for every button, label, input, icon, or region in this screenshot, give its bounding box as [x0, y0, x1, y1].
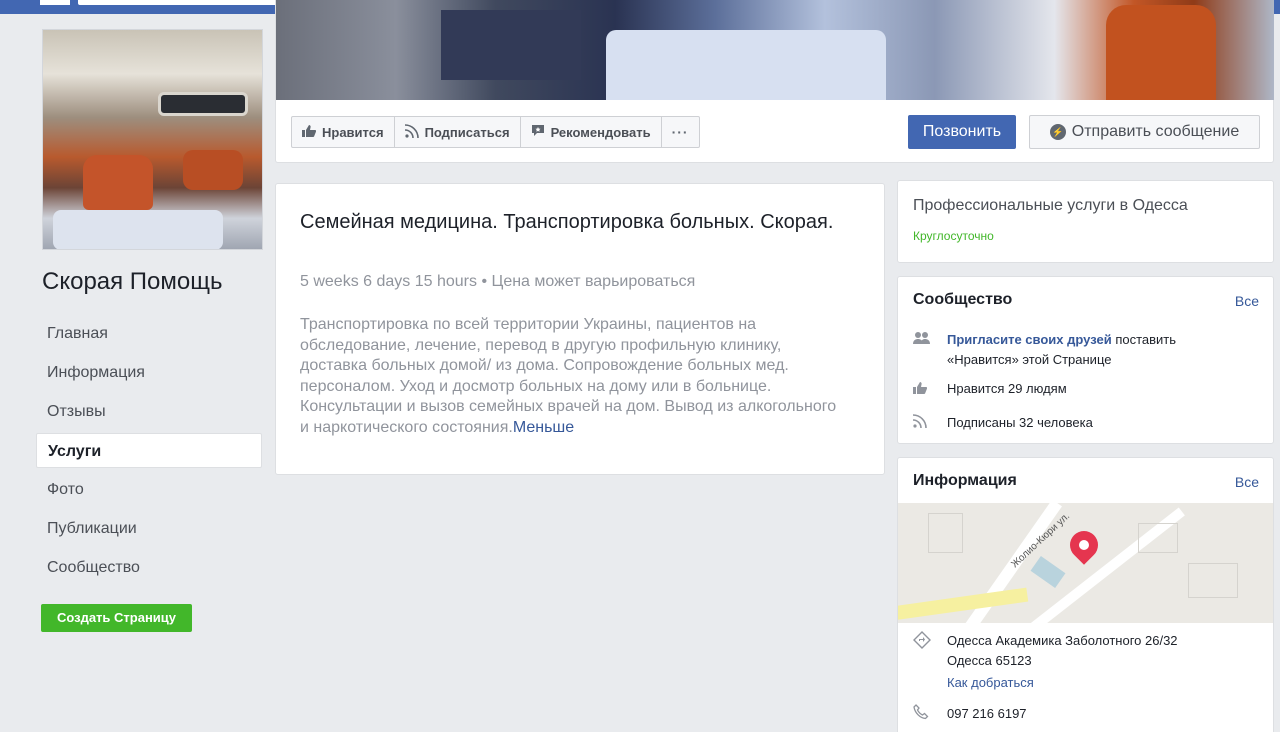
service-title: Семейная медицина. Транспортировка больн… — [300, 211, 834, 233]
address-line-2: Одесса 65123 — [947, 653, 1032, 668]
send-message-button[interactable]: ⚡ Отправить сообщение — [1029, 115, 1260, 149]
page-action-group: Нравится Подписаться Рекомендовать ··· — [291, 116, 700, 148]
nav-item-reviews[interactable]: Отзывы — [36, 394, 262, 429]
community-title: Сообщество — [913, 291, 1013, 308]
get-directions-link[interactable]: Как добраться — [947, 675, 1034, 690]
like-button[interactable]: Нравится — [292, 117, 395, 147]
map-building — [1188, 563, 1238, 598]
send-message-label: Отправить сообщение — [1071, 123, 1240, 140]
like-label: Нравится — [322, 124, 384, 140]
recommend-icon — [531, 124, 545, 140]
phone-row: 097 216 6197 — [913, 704, 1027, 725]
location-map[interactable]: Жолио-Кюри ул. — [898, 503, 1273, 623]
nav-item-community[interactable]: Сообщество — [36, 550, 262, 585]
call-button[interactable]: Позвонить — [908, 115, 1016, 149]
like-icon — [913, 379, 933, 399]
phone-icon — [913, 704, 933, 725]
cover-seat — [1106, 5, 1216, 100]
map-pin-icon — [1064, 525, 1104, 565]
service-meta: 5 weeks 6 days 15 hours • Цена может вар… — [300, 273, 696, 290]
information-see-all-link[interactable]: Все — [1235, 474, 1259, 490]
profile-picture[interactable] — [42, 29, 263, 250]
rss-icon — [404, 123, 419, 141]
likes-row: Нравится 29 людям — [913, 379, 1067, 399]
show-less-link[interactable]: Меньше — [513, 419, 574, 436]
follow-button[interactable]: Подписаться — [395, 117, 521, 147]
more-button[interactable]: ··· — [662, 117, 699, 147]
nav-item-info[interactable]: Информация — [36, 355, 262, 390]
likes-count-text[interactable]: Нравится 29 людям — [947, 379, 1067, 399]
nav-item-photos[interactable]: Фото — [36, 472, 262, 507]
page-header: Нравится Подписаться Рекомендовать ··· П… — [275, 0, 1274, 163]
more-icon: ··· — [671, 124, 689, 140]
category-text[interactable]: Профессиональные услуги в Одесса — [913, 197, 1188, 215]
community-card: Сообщество Все Пригласите своих друзей п… — [897, 276, 1274, 444]
page-name[interactable]: Скорая Помощь — [42, 268, 223, 296]
cover-equipment-panel — [441, 10, 581, 80]
map-main-road — [898, 587, 1029, 623]
facebook-logo[interactable] — [40, 0, 70, 5]
recommend-button[interactable]: Рекомендовать — [521, 117, 662, 147]
information-card: Информация Все Жолио-Кюри ул. Одесса Ака… — [897, 457, 1274, 732]
phone-number[interactable]: 097 216 6197 — [947, 704, 1027, 725]
address-row: Одесса Академика Заболотного 26/32 Одесс… — [913, 631, 1178, 671]
recommend-label: Рекомендовать — [550, 124, 651, 140]
invite-friends-row: Пригласите своих друзей поставить «Нрави… — [913, 330, 1233, 370]
ambulance-window — [158, 92, 248, 116]
nav-item-home[interactable]: Главная — [36, 316, 262, 351]
information-title: Информация — [913, 472, 1017, 489]
create-page-button[interactable]: Создать Страницу — [41, 604, 192, 632]
followers-count-text[interactable]: Подписаны 32 человека — [947, 413, 1093, 433]
messenger-icon: ⚡ — [1049, 124, 1066, 140]
open-hours: Круглосуточно — [913, 229, 994, 243]
map-building — [1138, 523, 1178, 553]
followers-row: Подписаны 32 человека — [912, 413, 1093, 433]
ambulance-seat — [183, 150, 243, 190]
rss-icon — [912, 413, 933, 433]
nav-item-posts[interactable]: Публикации — [36, 511, 262, 546]
like-icon — [302, 124, 317, 140]
service-description: Транспортировка по всей территории Украи… — [300, 315, 840, 438]
category-card: Профессиональные услуги в Одесса Круглос… — [897, 180, 1274, 263]
nav-item-services[interactable]: Услуги — [36, 433, 262, 468]
address-line-1: Одесса Академика Заболотного 26/32 — [947, 633, 1178, 648]
map-water — [1030, 556, 1066, 588]
invite-friends-link[interactable]: Пригласите своих друзей — [947, 332, 1112, 347]
directions-icon — [913, 631, 933, 671]
cover-stretcher — [606, 30, 886, 100]
service-card: Семейная медицина. Транспортировка больн… — [275, 183, 885, 475]
follow-label: Подписаться — [424, 124, 510, 140]
cover-photo[interactable] — [276, 0, 1274, 100]
invite-text: Пригласите своих друзей поставить «Нрави… — [947, 330, 1233, 370]
address: Одесса Академика Заболотного 26/32 Одесс… — [947, 631, 1178, 671]
ambulance-seat — [83, 155, 153, 210]
community-see-all-link[interactable]: Все — [1235, 293, 1259, 309]
page-nav: Главная Информация Отзывы Услуги Фото Пу… — [36, 316, 262, 589]
ambulance-stretcher — [53, 210, 223, 249]
friends-icon — [913, 330, 933, 370]
map-building — [928, 513, 963, 553]
